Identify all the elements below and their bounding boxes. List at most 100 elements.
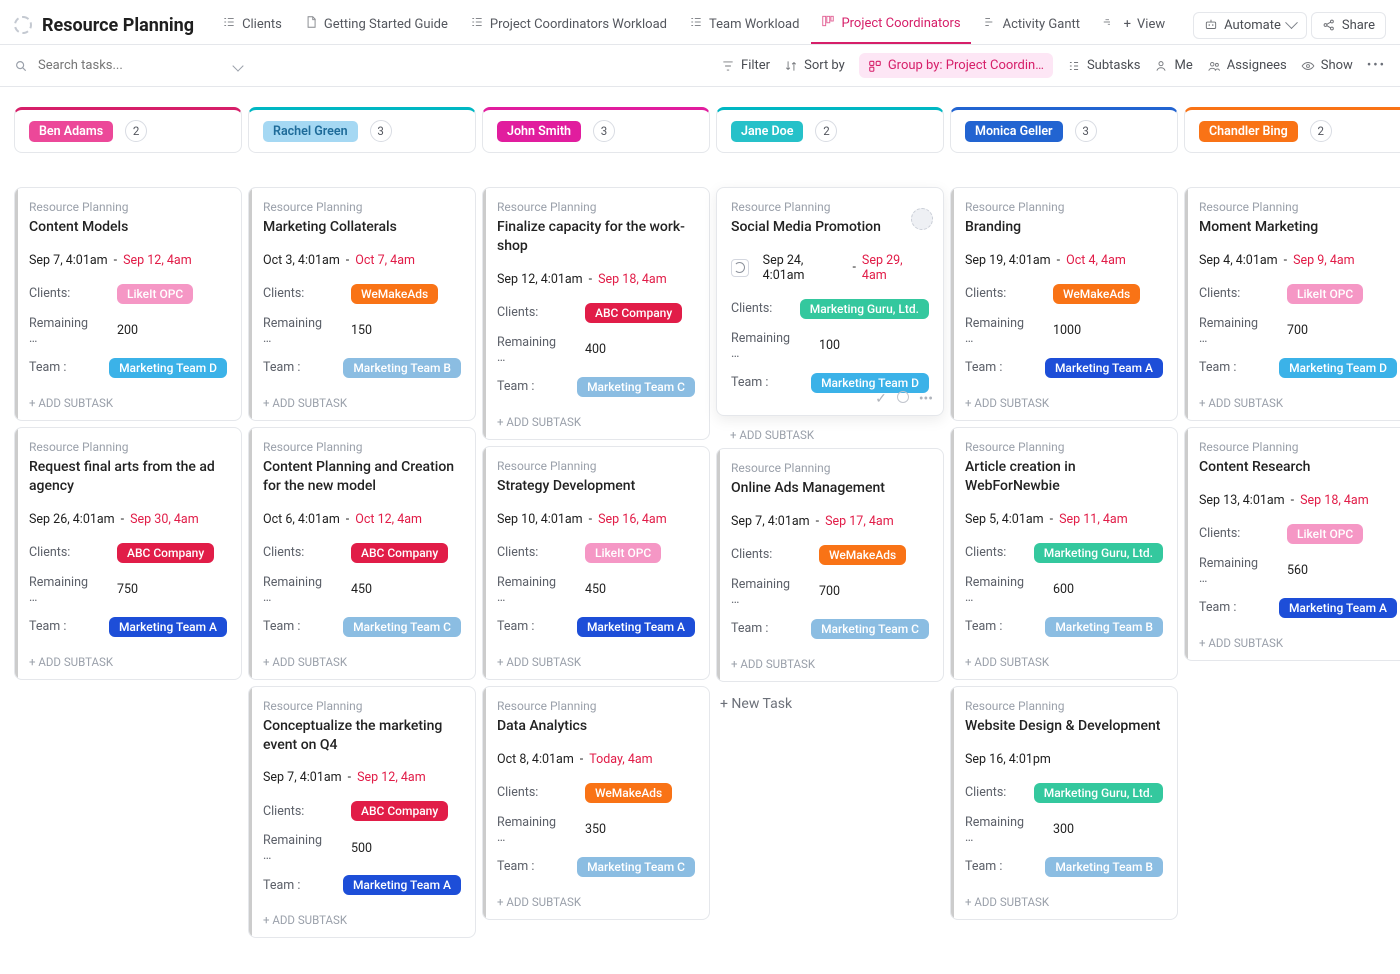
add-subtask-button[interactable]: + ADD SUBTASK	[263, 907, 461, 937]
team-tag[interactable]: Marketing Team D	[811, 373, 929, 393]
tab-team-workload[interactable]: Team Workload	[679, 6, 809, 44]
client-tag[interactable]: WeMakeAds	[351, 284, 438, 304]
client-tag[interactable]: Marketing Guru, Ltd.	[1034, 543, 1163, 563]
client-tag[interactable]: WeMakeAds	[1053, 284, 1140, 304]
group-by-pill[interactable]: Group by: Project Coordin…	[859, 53, 1053, 78]
tab-timeline[interactable]: Timeline	[1092, 6, 1110, 44]
team-tag[interactable]: Marketing Team B	[1045, 857, 1163, 877]
more-icon[interactable]: •••	[919, 391, 933, 407]
task-card[interactable]: Resource PlanningBrandingSep 19, 4:01am-…	[950, 187, 1178, 421]
chevron-down-icon[interactable]	[232, 60, 243, 71]
view-toolbar: Filter Sort by Group by: Project Coordin…	[0, 45, 1400, 87]
column-header[interactable]: Rachel Green3	[248, 107, 476, 153]
filter-button[interactable]: Filter	[721, 58, 770, 73]
subtasks-button[interactable]: Subtasks	[1067, 58, 1141, 73]
add-subtask-button[interactable]: + ADD SUBTASK	[263, 390, 461, 420]
due-date: Sep 18, 4am	[1300, 493, 1369, 508]
add-subtask-button[interactable]: + ADD SUBTASK	[497, 889, 695, 919]
new-task-button[interactable]: + New Task	[716, 688, 944, 720]
search-box[interactable]	[14, 57, 242, 74]
column-header[interactable]: Ben Adams2	[14, 107, 242, 153]
tab-activity-gantt[interactable]: Activity Gantt	[973, 6, 1090, 44]
team-tag[interactable]: Marketing Team A	[109, 617, 227, 637]
add-subtask-button[interactable]: + ADD SUBTASK	[29, 649, 227, 679]
add-subtask-button[interactable]: + ADD SUBTASK	[497, 409, 695, 439]
add-view-button[interactable]: + View	[1114, 9, 1176, 42]
task-card[interactable]: Resource PlanningStrategy DevelopmentSep…	[482, 446, 710, 680]
client-tag[interactable]: WeMakeAds	[585, 783, 672, 803]
tab-clients[interactable]: Clients	[212, 6, 292, 44]
client-tag[interactable]: LikeIt OPC	[117, 284, 193, 304]
breadcrumb: Resource Planning	[497, 699, 695, 713]
team-tag[interactable]: Marketing Team C	[343, 617, 461, 637]
team-tag[interactable]: Marketing Team A	[343, 875, 461, 895]
tab-project-coordinators-workload[interactable]: Project Coordinators Workload	[460, 6, 677, 44]
client-tag[interactable]: WeMakeAds	[819, 545, 906, 565]
team-tag[interactable]: Marketing Team C	[577, 857, 695, 877]
column-header[interactable]: Monica Geller3	[950, 107, 1178, 153]
add-subtask-button[interactable]: + ADD SUBTASK	[965, 889, 1163, 919]
search-input[interactable]	[36, 57, 166, 74]
team-tag[interactable]: Marketing Team C	[811, 619, 929, 639]
add-subtask-button[interactable]: + ADD SUBTASK	[497, 649, 695, 679]
team-tag[interactable]: Marketing Team C	[577, 377, 695, 397]
task-card[interactable]: Resource PlanningSocial Media PromotionS…	[716, 187, 944, 416]
task-card[interactable]: Resource PlanningWebsite Design & Develo…	[950, 686, 1178, 920]
add-subtask-button[interactable]: + ADD SUBTASK	[1199, 630, 1397, 660]
client-tag[interactable]: ABC Company	[351, 543, 448, 563]
assignee-avatar[interactable]	[911, 208, 933, 230]
automate-button[interactable]: Automate	[1193, 12, 1307, 39]
task-card[interactable]: Resource PlanningFinalize capacity for t…	[482, 187, 710, 440]
show-button[interactable]: Show	[1301, 58, 1353, 73]
team-tag[interactable]: Marketing Team A	[1045, 358, 1163, 378]
team-tag[interactable]: Marketing Team D	[109, 358, 227, 378]
task-card[interactable]: Resource PlanningData AnalyticsOct 8, 4:…	[482, 686, 710, 920]
column-header[interactable]: Jane Doe2	[716, 107, 944, 153]
task-card[interactable]: Resource PlanningArticle creation in Web…	[950, 427, 1178, 680]
remaining-label: Remaining …	[29, 316, 93, 346]
add-subtask-button[interactable]: + ADD SUBTASK	[965, 390, 1163, 420]
client-tag[interactable]: ABC Company	[585, 303, 682, 323]
tab-getting-started-guide[interactable]: Getting Started Guide	[294, 6, 458, 44]
column-header[interactable]: Chandler Bing2	[1184, 107, 1400, 153]
team-tag[interactable]: Marketing Team B	[1045, 617, 1163, 637]
client-tag[interactable]: LikeIt OPC	[1287, 284, 1363, 304]
task-card[interactable]: Resource PlanningOnline Ads ManagementSe…	[716, 448, 944, 682]
add-subtask-button[interactable]: + ADD SUBTASK	[263, 649, 461, 679]
add-subtask-button[interactable]: + ADD SUBTASK	[1199, 390, 1397, 420]
assignees-button[interactable]: Assignees	[1207, 58, 1287, 73]
column-header[interactable]: John Smith3	[482, 107, 710, 153]
me-button[interactable]: Me	[1154, 58, 1192, 73]
add-subtask-button[interactable]: + ADD SUBTASK	[731, 651, 929, 681]
client-tag[interactable]: ABC Company	[117, 543, 214, 563]
view-tabs: ClientsGetting Started GuideProject Coor…	[212, 6, 1110, 44]
task-card[interactable]: Resource PlanningMoment MarketingSep 4, …	[1184, 187, 1400, 421]
task-card[interactable]: Resource PlanningContent Planning and Cr…	[248, 427, 476, 680]
task-card[interactable]: Resource PlanningContent ModelsSep 7, 4:…	[14, 187, 242, 421]
client-tag[interactable]: Marketing Guru, Ltd.	[1034, 783, 1163, 803]
team-tag[interactable]: Marketing Team D	[1279, 358, 1397, 378]
more-icon[interactable]: •••	[1367, 58, 1386, 73]
task-card[interactable]: Resource PlanningContent ResearchSep 13,…	[1184, 427, 1400, 661]
share-button[interactable]: Share	[1311, 12, 1386, 39]
task-card[interactable]: Resource PlanningConceptualize the marke…	[248, 686, 476, 939]
add-subtask-button[interactable]: + ADD SUBTASK	[716, 422, 944, 448]
client-tag[interactable]: Marketing Guru, Ltd.	[800, 299, 929, 319]
add-subtask-button[interactable]: + ADD SUBTASK	[965, 649, 1163, 679]
start-date: Sep 16, 4:01pm	[965, 752, 1051, 767]
team-tag[interactable]: Marketing Team A	[577, 617, 695, 637]
task-card[interactable]: Resource PlanningRequest final arts from…	[14, 427, 242, 680]
status-stripe	[483, 447, 486, 679]
task-card[interactable]: Resource PlanningMarketing CollateralsOc…	[248, 187, 476, 421]
team-tag[interactable]: Marketing Team B	[343, 358, 461, 378]
team-label: Team :	[497, 859, 553, 874]
client-tag[interactable]: LikeIt OPC	[585, 543, 661, 563]
status-circle-icon[interactable]	[897, 391, 909, 403]
client-tag[interactable]: ABC Company	[351, 801, 448, 821]
team-tag[interactable]: Marketing Team A	[1279, 598, 1397, 618]
add-subtask-button[interactable]: + ADD SUBTASK	[29, 390, 227, 420]
tab-project-coordinators[interactable]: Project Coordinators	[811, 6, 970, 44]
sort-button[interactable]: Sort by	[784, 58, 845, 73]
client-tag[interactable]: LikeIt OPC	[1287, 524, 1363, 544]
complete-icon[interactable]: ✓	[875, 391, 887, 407]
